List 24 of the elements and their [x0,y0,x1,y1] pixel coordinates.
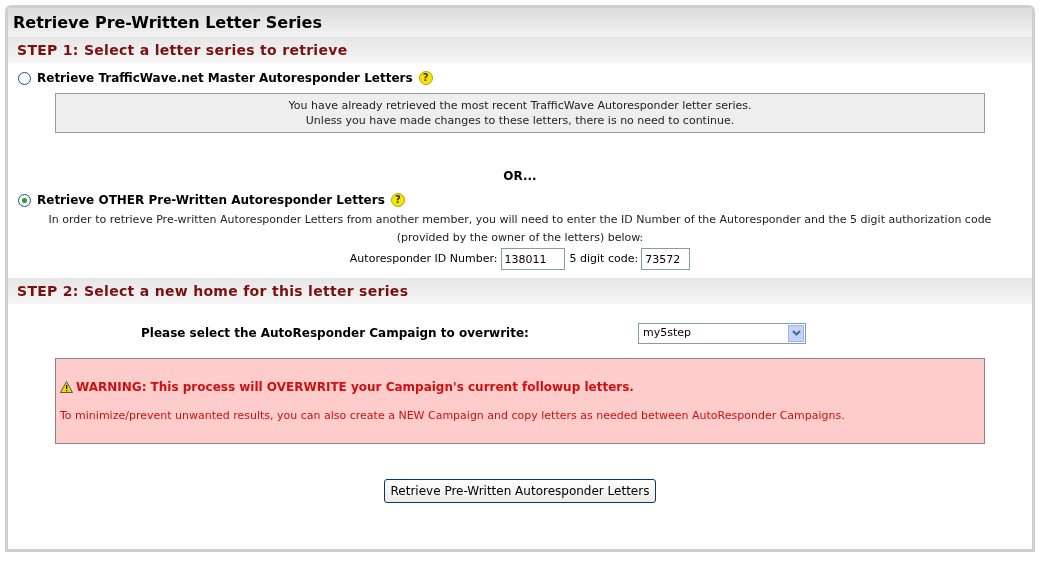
dropdown-icon [788,324,804,342]
notice-text: Unless you have made changes to these letters, there is no need to continue. [305,113,735,128]
warning-title: WARNING: This process will OVERWRITE your Campaign's current followup letters. [76,378,634,396]
input-field[interactable]: 138011 [500,248,565,270]
field-label: 5 digit code: [569,250,639,267]
radio-button[interactable] [18,193,31,207]
input-field[interactable]: 73572 [641,248,691,270]
description-text: In order to retrieve Pre-written Autoresponder Letters from another member, you will need to enter the ID Number of the Autoresponder and the 5 digit authorization code (provided by the owner of the letters) below: [47,212,993,246]
option-label: Retrieve OTHER Pre-Written Autoresponder Letters [37,192,385,209]
field-label: Autoresponder ID Number: [349,250,498,267]
warning-text: To minimize/prevent unwanted results, you can also create a NEW Campaign and copy letters as needed between AutoResponder Campaigns. [60,407,846,424]
help-icon[interactable]: ? [390,193,405,207]
radio-button[interactable] [18,71,31,85]
retrieve-button[interactable]: Retrieve Pre-Written Autoresponder Letters [383,479,657,503]
notice-text: You have already retrieved the most recent TrafficWave Autoresponder letter series. [288,98,752,113]
step-header: STEP 1: Select a letter series to retrieve [8,37,1032,63]
or-text: OR... [502,168,538,185]
campaign-select[interactable]: my5step [638,322,806,344]
page-title: Retrieve Pre-Written Letter Series [8,8,1032,37]
campaign-label: Please select the AutoResponder Campaign to overwrite: [140,325,530,342]
step-header: STEP 2: Select a new home for this letter series [8,278,1032,304]
help-icon[interactable]: ? [418,71,433,85]
option-label: Retrieve TrafficWave.net Master Autoresponder Letters [37,70,413,87]
warning-icon [60,380,73,393]
